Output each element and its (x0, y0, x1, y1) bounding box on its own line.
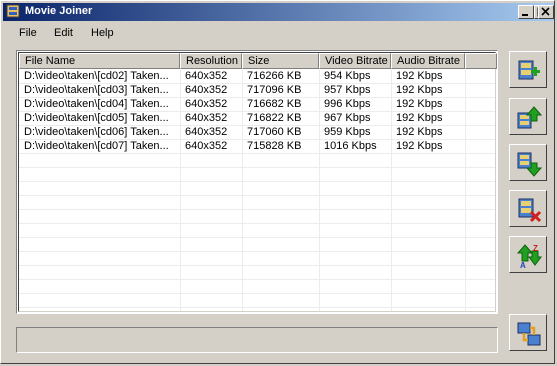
status-bar (16, 327, 498, 353)
row-divider (19, 167, 495, 168)
column-header-video-bitrate[interactable]: Video Bitrate (319, 53, 391, 69)
cell-audio-bitrate: 192 Kbps (396, 112, 443, 124)
cell-file-name: D:\video\taken\[cd04] Taken... (24, 98, 169, 110)
table-row[interactable]: D:\video\taken\[cd03] Taken... 640x352 717… (19, 83, 495, 97)
row-divider (19, 181, 495, 182)
minimize-icon (522, 14, 528, 16)
remove-file-button[interactable] (509, 190, 547, 227)
sort-az-icon: Z A (516, 244, 542, 269)
row-divider (19, 293, 495, 294)
cell-video-bitrate: 996 Kbps (324, 98, 371, 110)
cell-audio-bitrate: 192 Kbps (396, 98, 443, 110)
remove-file-icon (518, 198, 542, 223)
cell-resolution: 640x352 (185, 98, 228, 110)
cell-resolution: 640x352 (185, 126, 228, 138)
cell-resolution: 640x352 (185, 84, 228, 96)
join-movies-button[interactable] (509, 314, 547, 351)
join-movies-icon (517, 322, 541, 346)
svg-text:A: A (520, 261, 526, 269)
file-list[interactable]: File Name Resolution Size Video Bitrate … (16, 50, 498, 314)
list-header: File Name Resolution Size Video Bitrate … (19, 53, 497, 69)
svg-text:Z: Z (533, 244, 538, 253)
sort-button[interactable]: Z A (509, 236, 547, 273)
menu-edit[interactable]: Edit (54, 27, 73, 39)
add-file-button[interactable] (509, 51, 547, 88)
cell-video-bitrate: 957 Kbps (324, 84, 371, 96)
table-row[interactable]: D:\video\taken\[cd07] Taken... 640x352 715… (19, 139, 495, 153)
cell-video-bitrate: 1016 Kbps (324, 140, 377, 152)
cell-file-name: D:\video\taken\[cd03] Taken... (24, 84, 169, 96)
row-divider (19, 279, 495, 280)
column-header-size[interactable]: Size (242, 53, 319, 69)
row-divider (19, 195, 495, 196)
cell-size: 715828 KB (247, 140, 302, 152)
cell-file-name: D:\video\taken\[cd05] Taken... (24, 112, 169, 124)
film-app-icon (6, 4, 20, 18)
window-title: Movie Joiner (25, 5, 93, 17)
row-divider (19, 265, 495, 266)
move-up-icon (517, 106, 542, 129)
cell-audio-bitrate: 192 Kbps (396, 84, 443, 96)
title-bar[interactable]: Movie Joiner (3, 3, 554, 21)
row-divider (19, 223, 495, 224)
table-row[interactable]: D:\video\taken\[cd05] Taken... 640x352 716… (19, 111, 495, 125)
cell-video-bitrate: 959 Kbps (324, 126, 371, 138)
row-divider (19, 209, 495, 210)
cell-audio-bitrate: 192 Kbps (396, 70, 443, 82)
column-header-audio-bitrate[interactable]: Audio Bitrate (391, 53, 465, 69)
cell-size: 716682 KB (247, 98, 302, 110)
table-row[interactable]: D:\video\taken\[cd06] Taken... 640x352 717… (19, 125, 495, 139)
cell-resolution: 640x352 (185, 140, 228, 152)
move-up-button[interactable] (509, 98, 547, 135)
row-divider (19, 307, 495, 308)
column-header-file-name[interactable]: File Name (19, 53, 180, 69)
table-row[interactable]: D:\video\taken\[cd04] Taken... 640x352 716… (19, 97, 495, 111)
menu-bar: File Edit Help (3, 23, 554, 43)
move-down-button[interactable] (509, 144, 547, 181)
cell-audio-bitrate: 192 Kbps (396, 126, 443, 138)
cell-size: 717096 KB (247, 84, 302, 96)
cell-size: 716822 KB (247, 112, 302, 124)
cell-video-bitrate: 954 Kbps (324, 70, 371, 82)
minimize-button[interactable] (518, 5, 534, 19)
row-divider (19, 237, 495, 238)
cell-resolution: 640x352 (185, 70, 228, 82)
cell-audio-bitrate: 192 Kbps (396, 140, 443, 152)
move-down-icon (517, 152, 542, 177)
menu-file[interactable]: File (19, 27, 37, 39)
close-button[interactable] (538, 5, 554, 19)
cell-file-name: D:\video\taken\[cd02] Taken... (24, 70, 169, 82)
cell-resolution: 640x352 (185, 112, 228, 124)
close-icon (541, 7, 550, 16)
table-row[interactable]: D:\video\taken\[cd02] Taken... 640x352 716… (19, 69, 495, 83)
column-header-resolution[interactable]: Resolution (180, 53, 242, 69)
row-divider (19, 153, 495, 154)
menu-help[interactable]: Help (91, 27, 114, 39)
cell-file-name: D:\video\taken\[cd06] Taken... (24, 126, 169, 138)
add-file-icon (518, 60, 540, 80)
cell-size: 717060 KB (247, 126, 302, 138)
row-divider (19, 251, 495, 252)
column-header-filler (465, 53, 497, 69)
app-window: Movie Joiner File Edit Help File Name Re… (0, 0, 555, 364)
cell-size: 716266 KB (247, 70, 302, 82)
cell-video-bitrate: 967 Kbps (324, 112, 371, 124)
cell-file-name: D:\video\taken\[cd07] Taken... (24, 140, 169, 152)
